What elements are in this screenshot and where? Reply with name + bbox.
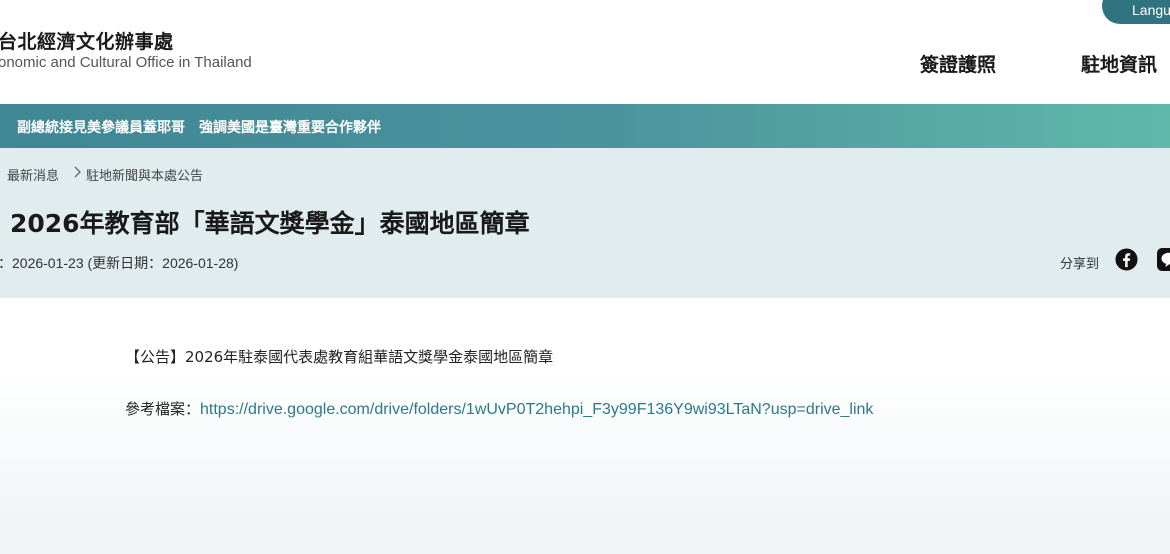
site-logo-english[interactable]: onomic and Cultural Office in Thailand	[0, 54, 252, 71]
reference-label: 參考檔案：	[125, 400, 201, 418]
language-button[interactable]: Langu	[1102, 0, 1170, 24]
nav-item-local-info[interactable]: 駐地資訊	[1081, 50, 1157, 77]
share-label: 分享到	[1060, 257, 1100, 272]
facebook-icon[interactable]	[1115, 248, 1138, 271]
reference-link[interactable]: https://drive.google.com/drive/folders/1…	[200, 401, 873, 418]
announcement-text: 【公告】2026年駐泰國代表處教育組華語文獎學金泰國地區簡章	[125, 348, 554, 366]
site-logo-chinese[interactable]: 台北經濟文化辦事處	[0, 27, 174, 54]
line-icon[interactable]	[1157, 248, 1170, 271]
page-title: 】2026年教育部「華語文獎學金」泰國地區簡章	[0, 209, 530, 238]
breadcrumb-item-local-news[interactable]: 駐地新聞與本處公告	[86, 165, 203, 184]
breadcrumb-item-news[interactable]: 最新消息	[7, 165, 59, 184]
article-header: 最新消息 駐地新聞與本處公告 】2026年教育部「華語文獎學金」泰國地區簡章 ：…	[0, 148, 1170, 298]
news-marquee-banner: 副總統接見美參議員蓋耶哥 強調美國是臺灣重要合作夥伴	[0, 104, 1170, 148]
article-content: 【公告】2026年駐泰國代表處教育組華語文獎學金泰國地區簡章 參考檔案：http…	[0, 298, 1170, 508]
marquee-news-link[interactable]: 副總統接見美參議員蓋耶哥 強調美國是臺灣重要合作夥伴	[17, 117, 381, 137]
publish-date: ：2026-01-23 (更新日期：2026-01-28)	[0, 255, 239, 271]
reference-file-line: 參考檔案：https://drive.google.com/drive/fold…	[125, 398, 873, 419]
site-header: 台北經濟文化辦事處 onomic and Cultural Office in …	[0, 0, 1170, 104]
chevron-right-icon	[74, 166, 81, 178]
nav-item-visa-passport[interactable]: 簽證護照	[920, 50, 996, 77]
footer-band	[0, 508, 1170, 554]
